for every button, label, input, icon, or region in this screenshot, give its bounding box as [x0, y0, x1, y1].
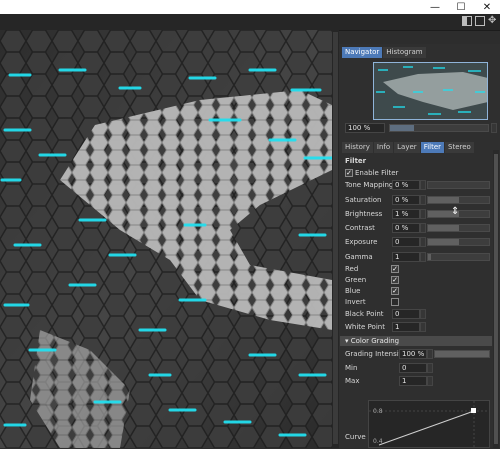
saturation-spin[interactable]	[420, 195, 426, 205]
exposure-field[interactable]: 0	[392, 237, 420, 247]
panel-scrollbar[interactable]	[493, 150, 499, 448]
saturation-label: Saturation	[345, 196, 382, 204]
blue-checkbox[interactable]: ✓	[391, 287, 399, 295]
move-icon[interactable]: ✥	[488, 16, 498, 26]
contrast-label: Contrast	[345, 224, 375, 232]
tab-stereo[interactable]: Stereo	[445, 142, 474, 153]
contrast-slider[interactable]	[427, 224, 490, 232]
tab-filter[interactable]: Filter	[420, 142, 445, 153]
exposure-slider[interactable]	[427, 238, 490, 246]
invert-label: Invert	[345, 298, 366, 306]
maximize-icon: ☐	[456, 1, 466, 13]
grading-intensity-field[interactable]: 100 %	[399, 349, 427, 359]
toolbar: ✥	[0, 14, 500, 31]
viewport-scrollbar[interactable]	[332, 30, 339, 448]
curve-label: Curve	[345, 433, 366, 441]
min-spin[interactable]	[427, 363, 433, 373]
tone-mapping-value: 0 %	[395, 181, 409, 189]
curve-plot	[369, 401, 489, 447]
filter-heading: Filter	[345, 157, 367, 165]
tab-layer[interactable]: Layer	[394, 142, 420, 153]
navigator-tabs: Navigator Histogram	[342, 47, 426, 58]
saturation-field[interactable]: 0 %	[392, 195, 420, 205]
grading-intensity-spin[interactable]	[427, 349, 433, 359]
gamma-spin[interactable]	[420, 252, 426, 262]
navigator-preview	[373, 62, 488, 120]
red-label: Red	[345, 265, 359, 273]
white-point-value: 1	[395, 323, 400, 331]
exposure-label: Exposure	[345, 238, 378, 246]
curve-tick-top: 0.8	[373, 408, 383, 415]
max-spin[interactable]	[427, 376, 433, 386]
max-value: 1	[402, 377, 407, 385]
tab-history[interactable]: History	[342, 142, 373, 153]
grading-intensity-value: 100 %	[402, 350, 425, 358]
tab-info[interactable]: Info	[373, 142, 394, 153]
panel-layout-icon[interactable]	[475, 16, 485, 26]
grading-intensity-label: Grading Intensity	[345, 350, 406, 358]
white-point-field[interactable]: 1	[392, 322, 420, 332]
tone-mapping-slider[interactable]	[427, 181, 490, 189]
navigator-thumbnail[interactable]	[373, 62, 488, 120]
green-checkbox[interactable]: ✓	[391, 276, 399, 284]
min-value: 0	[402, 364, 407, 372]
max-label: Max	[345, 377, 360, 385]
image-viewport[interactable]	[0, 30, 332, 448]
gamma-slider[interactable]	[427, 253, 490, 261]
tone-mapping-field[interactable]: 0 %	[392, 180, 420, 190]
exposure-value: 0	[395, 238, 400, 246]
black-point-value: 0	[395, 310, 400, 318]
invert-checkbox[interactable]	[391, 298, 399, 306]
tab-navigator[interactable]: Navigator	[342, 47, 383, 58]
curve-tick-bottom: 0.4	[373, 438, 383, 445]
blue-label: Blue	[345, 287, 361, 295]
white-point-label: White Point	[345, 323, 385, 331]
green-label: Green	[345, 276, 367, 284]
gamma-field[interactable]: 1	[392, 252, 420, 262]
split-view-icon[interactable]	[462, 16, 472, 26]
title-bar: — ☐ ✕	[0, 0, 500, 14]
zoom-slider[interactable]	[389, 124, 489, 132]
red-checkbox[interactable]: ✓	[391, 265, 399, 273]
black-point-field[interactable]: 0	[392, 309, 420, 319]
min-field[interactable]: 0	[399, 363, 427, 373]
black-point-spin[interactable]	[420, 309, 426, 319]
color-grading-label: Color Grading	[350, 337, 400, 345]
panel-tabs: History Info Layer Filter Stereo	[342, 142, 474, 153]
minimize-button[interactable]: —	[422, 0, 448, 14]
minimize-icon: —	[430, 1, 440, 13]
mouse-cursor-icon: ⇕	[451, 206, 460, 217]
brightness-spin[interactable]	[420, 209, 426, 219]
white-point-spin[interactable]	[420, 322, 426, 332]
max-field[interactable]: 1	[399, 376, 427, 386]
grading-intensity-slider[interactable]	[434, 350, 490, 358]
contrast-value: 0 %	[395, 224, 409, 232]
close-icon: ✕	[482, 1, 492, 13]
hexagon-render-image	[0, 30, 332, 448]
tab-histogram[interactable]: Histogram	[383, 47, 426, 58]
contrast-spin[interactable]	[420, 223, 426, 233]
zoom-value: 100 %	[348, 124, 371, 132]
min-label: Min	[345, 364, 358, 372]
enable-filter-checkbox[interactable]: ✓	[345, 169, 353, 177]
black-point-label: Black Point	[345, 310, 384, 318]
brightness-label: Brightness	[345, 210, 383, 218]
zoom-field[interactable]: 100 %	[345, 123, 385, 133]
exposure-spin[interactable]	[420, 237, 426, 247]
maximize-button[interactable]: ☐	[448, 0, 474, 14]
close-button[interactable]: ✕	[474, 0, 500, 14]
gamma-value: 1	[395, 253, 400, 261]
tone-mapping-label: Tone Mapping	[345, 181, 394, 189]
brightness-field[interactable]: 1 %	[392, 209, 420, 219]
brightness-value: 1 %	[395, 210, 409, 218]
curve-editor[interactable]: 0.8 0.4	[368, 400, 490, 448]
enable-filter-label: Enable Filter	[355, 169, 399, 177]
saturation-slider[interactable]	[427, 196, 490, 204]
tone-mapping-spin[interactable]	[420, 180, 426, 190]
color-grading-section[interactable]: ▾ Color Grading	[340, 336, 492, 346]
gamma-label: Gamma	[345, 253, 373, 261]
contrast-field[interactable]: 0 %	[392, 223, 420, 233]
saturation-value: 0 %	[395, 196, 409, 204]
zoom-dropdown[interactable]	[491, 123, 497, 133]
